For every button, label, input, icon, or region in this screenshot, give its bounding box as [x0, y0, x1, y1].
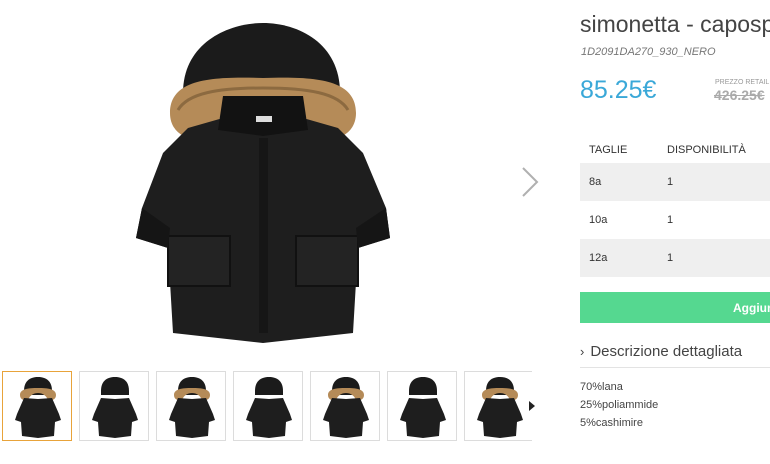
product-price: 85.25€	[580, 76, 657, 104]
size-column-header: TAGLIE	[589, 144, 628, 156]
size-availability-table: TAGLIE DISPONIBILITÀ 8a 1 10a 1 12a 1	[580, 138, 770, 277]
size-value: 12a	[589, 252, 608, 264]
next-image-arrow-icon[interactable]	[518, 165, 542, 199]
thumbnail-strip	[2, 371, 532, 443]
product-title: simonetta - capospalla	[580, 11, 770, 37]
table-row[interactable]: 12a 1	[580, 239, 770, 277]
product-gallery	[0, 0, 560, 464]
composition-line: 25%poliammide	[580, 399, 659, 411]
composition-list: 70%lana 25%poliammide 5%cashimire	[580, 378, 658, 432]
availability-value: 1	[667, 252, 674, 264]
thumbnail-6[interactable]	[387, 371, 457, 441]
composition-line: 70%lana	[580, 381, 623, 393]
main-product-image[interactable]	[128, 18, 398, 350]
thumbnail-3[interactable]	[156, 371, 226, 441]
retail-price-label: PREZZO RETAIL	[715, 79, 770, 86]
size-value: 10a	[589, 214, 608, 226]
availability-value: 1	[667, 214, 674, 226]
availability-value: 1	[667, 176, 674, 188]
composition-line: 5%cashimire	[580, 417, 643, 429]
thumbnail-2[interactable]	[79, 371, 149, 441]
description-toggle-label: Descrizione dettagliata	[590, 343, 743, 360]
thumbnail-4[interactable]	[233, 371, 303, 441]
product-sku: 1D2091DA270_930_NERO	[581, 46, 716, 58]
thumbnail-next-arrow-icon[interactable]	[526, 398, 538, 414]
chevron-right-icon: ›	[580, 344, 585, 359]
table-row[interactable]: 10a 1	[580, 201, 770, 239]
product-info-panel: simonetta - capospalla 1D2091DA270_930_N…	[580, 0, 770, 464]
add-to-cart-button[interactable]: Aggiungi al carrello	[580, 292, 770, 323]
thumbnail-1[interactable]	[2, 371, 72, 441]
divider	[580, 367, 770, 368]
availability-column-header: DISPONIBILITÀ	[667, 144, 746, 156]
retail-price: 426.25€	[714, 87, 765, 103]
table-header: TAGLIE DISPONIBILITÀ	[580, 138, 770, 163]
size-value: 8a	[589, 176, 602, 188]
table-row[interactable]: 8a 1	[580, 163, 770, 201]
add-to-cart-label: Aggiungi al carrello	[733, 301, 770, 315]
detailed-description-toggle[interactable]: › Descrizione dettagliata	[580, 343, 742, 363]
thumbnail-7[interactable]	[464, 371, 532, 441]
thumbnail-5[interactable]	[310, 371, 380, 441]
